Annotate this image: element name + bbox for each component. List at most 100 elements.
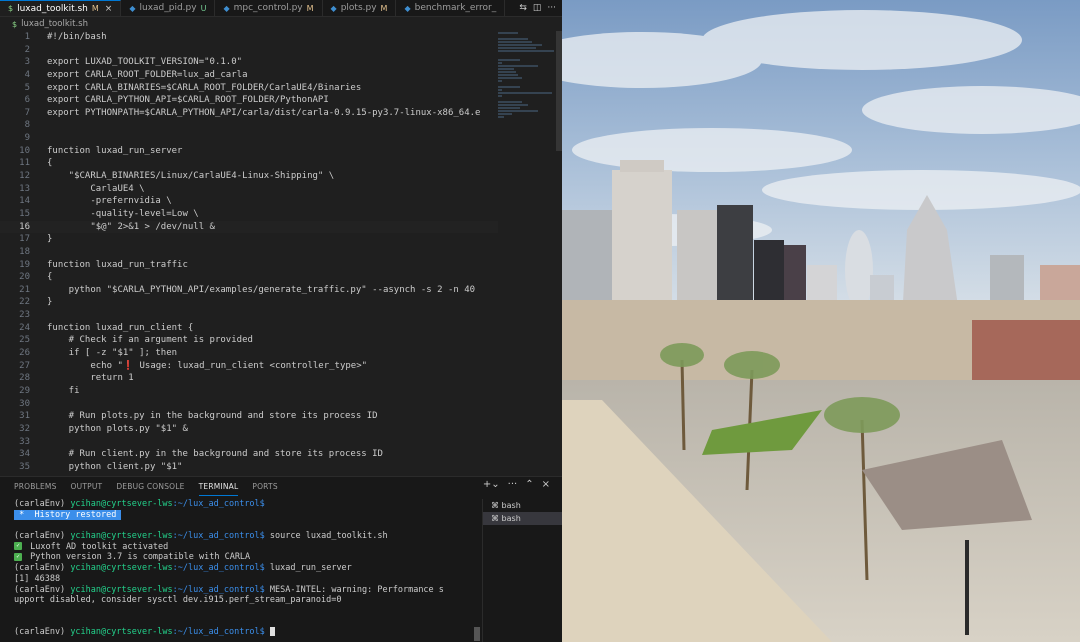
tab-output[interactable]: OUTPUT [71,477,103,496]
code-line[interactable]: 21 python "$CARLA_PYTHON_API/examples/ge… [0,284,498,297]
code-line[interactable]: 29 fi [0,385,498,398]
code-line[interactable]: 2 [0,44,498,57]
text-cursor [269,627,275,637]
tab-problems[interactable]: PROBLEMS [14,477,57,496]
code-line[interactable]: 28 return 1 [0,372,498,385]
code-text: #!/bin/bash [47,32,107,42]
code-text: function luxad_run_client { [47,322,194,333]
shell-file-icon: $ [12,19,18,29]
code-line[interactable]: 25 # Check if an argument is provided [0,334,498,347]
line-number: 22 [19,297,30,308]
code-line[interactable]: 18 [0,246,498,259]
terminal-line: (carlaEnv) ycihan@cyrtsever-lws:~/lux_ad… [14,499,265,509]
code-line[interactable]: 27 echo "❗ Usage: luxad_run_client <cont… [0,360,498,373]
line-number: 35 [19,461,30,472]
code-area[interactable]: 1 #!/bin/bash 2 3 export LUXAD_TOOLKIT_VERSI… [0,31,498,473]
tab-benchmark-error[interactable]: ◆ benchmark_error_ [396,0,506,16]
code-text: fi [47,385,80,396]
terminal-list-item[interactable]: ⌘ bash [483,512,562,525]
code-line[interactable]: 14 -prefernvidia \ [0,195,498,208]
line-number: 4 [24,69,30,80]
close-icon[interactable]: × [105,4,113,14]
code-line[interactable]: 4 export CARLA_ROOT_FOLDER=lux_ad_carla [0,69,498,82]
line-number: 32 [19,423,30,434]
terminal-icon: ⌘ [491,514,502,523]
code-line[interactable]: 23 [0,309,498,322]
untracked-badge: U [200,3,207,13]
code-line[interactable]: 20 { [0,271,498,284]
code-text: { [47,272,53,283]
code-line[interactable]: 5 export CARLA_BINARIES=$CARLA_ROOT_FOLDE… [0,82,498,95]
editor-actions: ⇆ ◫ ··· [513,0,562,16]
code-line[interactable]: 9 [0,132,498,145]
code-line[interactable]: 15 -quality-level=Low \ [0,208,498,221]
code-line[interactable]: 10 function luxad_run_server [0,145,498,158]
tab-luxad-toolkit[interactable]: $ luxad_toolkit.sh M × [0,0,122,16]
code-line[interactable]: 13 CarlaUE4 \ [0,183,498,196]
code-text: python "$CARLA_PYTHON_API/examples/gener… [47,284,476,295]
close-panel-icon[interactable]: × [542,479,550,490]
maximize-panel-icon[interactable]: ⌃ [525,479,533,490]
panel-tabs: PROBLEMS OUTPUT DEBUG CONSOLE TERMINAL P… [0,477,482,496]
tab-luxad-pid[interactable]: ◆ luxad_pid.py U [121,0,216,16]
code-line[interactable]: 1 #!/bin/bash [0,31,498,44]
line-number: 11 [19,158,30,169]
line-number: 27 [19,360,30,371]
code-line[interactable]: 11 { [0,157,498,170]
terminal-list-item[interactable]: ⌘ bash [483,499,562,512]
code-line[interactable]: 8 [0,119,498,132]
tab-mpc-control[interactable]: ◆ mpc_control.py M [215,0,323,16]
code-text: if [ -z "$1" ]; then [47,348,178,359]
code-line[interactable]: 34 # Run client.py in the background and… [0,448,498,461]
code-line[interactable]: 16 "$@" 2>&1 > /dev/null & [0,220,498,234]
tab-terminal[interactable]: TERMINAL [198,477,239,496]
code-text: CarlaUE4 \ [47,183,145,194]
code-line[interactable]: 30 [0,398,498,411]
terminal-scrollbar[interactable] [474,627,480,641]
code-text: function luxad_run_traffic [47,259,188,270]
code-line[interactable]: 24 function luxad_run_client { [0,322,498,335]
code-line[interactable]: 3 export LUXAD_TOOLKIT_VERSION="0.1.0" [0,56,498,69]
terminal[interactable]: (carlaEnv) ycihan@cyrtsever-lws:~/lux_ad… [0,499,482,642]
tab-label: benchmark_error_ [414,3,497,13]
tab-plots[interactable]: ◆ plots.py M [323,0,397,16]
carla-simulator-view[interactable] [562,0,1080,642]
code-editor: $ luxad_toolkit.sh M × ◆ luxad_pid.py U … [0,0,562,642]
line-number: 8 [24,120,30,131]
more-actions-icon[interactable]: ··· [547,3,556,13]
code-line[interactable]: 17} [0,233,498,246]
code-line[interactable]: 33 [0,436,498,449]
code-text: export LUXAD_TOOLKIT_VERSION="0.1.0" [47,57,243,68]
panel-actions: +⌄ ··· ⌃ × [483,479,550,490]
tab-ports[interactable]: PORTS [252,477,277,496]
terminal-prompt-line[interactable]: (carlaEnv) ycihan@cyrtsever-lws:~/lux_ad… [14,627,482,638]
code-text: -quality-level=Low \ [47,208,199,219]
terminal-list: ⌘ bash ⌘ bash [482,499,562,642]
code-text: # Run client.py in the background and st… [47,449,383,460]
compare-icon[interactable]: ⇆ [519,3,527,13]
code-line[interactable]: 12 "$CARLA_BINARIES/Linux/CarlaUE4-Linux… [0,170,498,183]
code-text: export CARLA_PYTHON_API=$CARLA_ROOT_FOLD… [47,95,329,106]
code-text: return 1 [47,373,134,384]
new-terminal-icon[interactable]: +⌄ [483,479,500,490]
editor-tab-bar: $ luxad_toolkit.sh M × ◆ luxad_pid.py U … [0,0,562,17]
line-number: 6 [24,95,30,106]
code-line[interactable]: 31 # Run plots.py in the background and … [0,410,498,423]
split-editor-icon[interactable]: ◫ [533,3,542,13]
breadcrumb[interactable]: $ luxad_toolkit.sh [0,17,562,31]
code-line[interactable]: 7 export PYTHONPATH=$CARLA_PYTHON_API/car… [0,107,498,120]
more-actions-icon[interactable]: ··· [508,479,518,490]
code-text: python plots.py "$1" & [47,423,188,434]
line-number: 20 [19,272,30,283]
code-line[interactable]: 6 export CARLA_PYTHON_API=$CARLA_ROOT_FOL… [0,94,498,107]
minimap[interactable] [498,31,556,151]
code-line[interactable]: 22} [0,296,498,309]
code-line[interactable]: 19 function luxad_run_traffic [0,259,498,272]
tab-debug-console[interactable]: DEBUG CONSOLE [116,477,184,496]
code-line[interactable]: 26 if [ -z "$1" ]; then [0,347,498,360]
code-line[interactable]: 32 python plots.py "$1" & [0,423,498,436]
code-line[interactable]: 35 python client.py "$1" [0,461,498,473]
python-file-icon: ◆ [129,3,136,13]
